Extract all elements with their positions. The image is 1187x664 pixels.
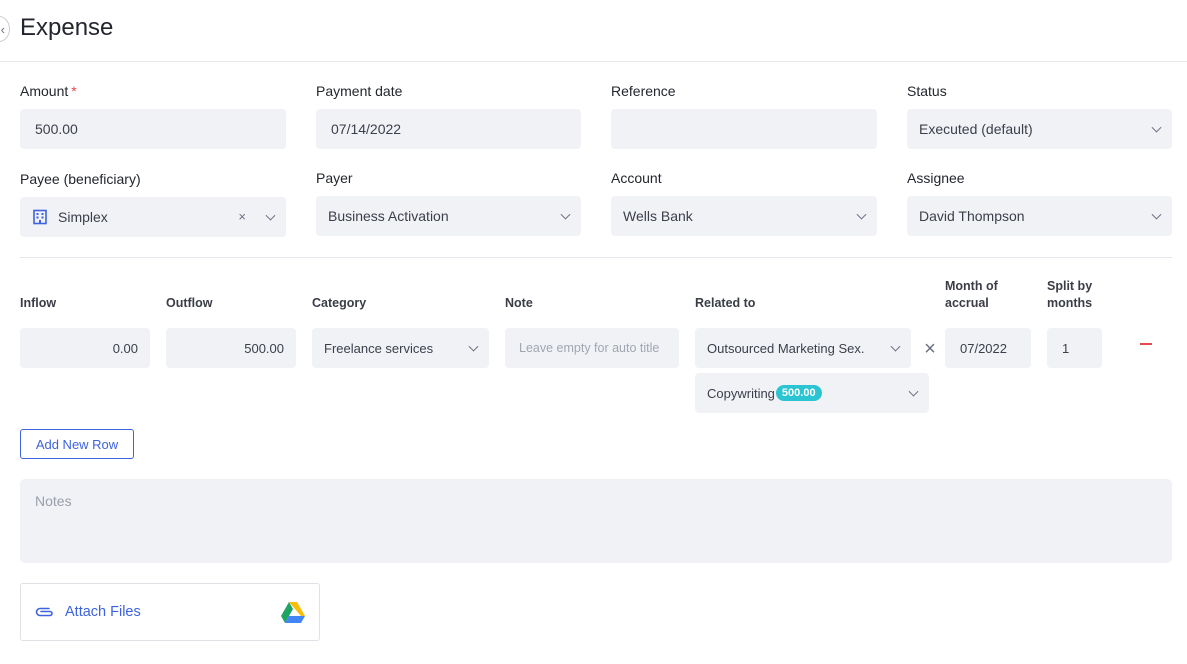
related-to-header: Related to [695,296,756,310]
amount-label: Amount * [20,83,77,99]
month-header-line2: accrual [945,296,989,310]
notes-placeholder: Notes [35,493,72,509]
attach-files-button[interactable]: Attach Files [20,583,320,641]
payment-date-input[interactable]: 07/14/2022 [316,109,581,149]
page-header: ‹ Expense [0,0,1187,62]
paperclip-icon [35,607,53,617]
inflow-value: 0.00 [112,340,138,356]
note-header: Note [505,296,533,310]
amount-input[interactable]: 500.00 [20,109,286,149]
back-button[interactable]: ‹ [0,16,10,42]
payer-label: Payer [316,170,353,186]
related-sub-value: Copywriting [707,385,775,401]
google-drive-icon[interactable] [281,602,305,623]
related-to-select[interactable]: Outsourced Marketing Sex. [695,328,911,368]
inflow-input[interactable]: 0.00 [20,328,150,368]
add-new-row-button[interactable]: Add New Row [20,429,134,459]
payer-select[interactable]: Business Activation [316,196,581,236]
chevron-down-icon [560,209,571,220]
clear-icon[interactable]: × [238,209,246,224]
split-header-line2: months [1047,296,1093,310]
status-value: Executed (default) [919,121,1033,137]
assignee-label: Assignee [907,170,965,186]
chevron-left-icon: ‹ [0,21,5,37]
note-placeholder: Leave empty for auto title [519,341,660,355]
notes-textarea[interactable]: Notes [20,479,1172,563]
assignee-value: David Thompson [919,208,1025,224]
outflow-header: Outflow [166,296,213,310]
payee-select[interactable]: Simplex × [20,197,286,237]
amount-badge: 500.00 [775,385,822,401]
outflow-input[interactable]: 500.00 [166,328,296,368]
chevron-down-icon [890,341,901,352]
month-header-line1: Month of [945,279,998,293]
account-value: Wells Bank [623,208,693,224]
chevron-down-icon [1151,209,1162,220]
note-input[interactable]: Leave empty for auto title [505,328,679,368]
required-mark: * [71,83,77,99]
attach-files-label: Attach Files [65,604,141,620]
chevron-down-icon [265,210,276,221]
related-sub-select[interactable]: Copywriting 500.00 [695,373,929,413]
inflow-header: Inflow [20,296,57,310]
category-value: Freelance services [324,340,434,356]
outflow-value: 500.00 [244,340,284,356]
assignee-select[interactable]: David Thompson [907,196,1172,236]
split-header-line1: Split by [1047,279,1093,293]
payer-value: Business Activation [328,208,449,224]
reference-label: Reference [611,83,676,99]
account-label: Account [611,170,662,186]
building-icon [33,209,47,225]
chevron-down-icon [1151,122,1162,133]
payee-value: Simplex [58,209,108,225]
reference-input[interactable] [611,109,877,149]
account-select[interactable]: Wells Bank [611,196,877,236]
chevron-down-icon [908,386,919,397]
remove-row-button[interactable] [1140,343,1152,345]
chevron-down-icon [468,341,479,352]
status-select[interactable]: Executed (default) [907,109,1172,149]
category-select[interactable]: Freelance services [312,328,489,368]
amount-value: 500.00 [35,121,78,137]
section-divider [20,257,1172,258]
status-label: Status [907,83,947,99]
payment-date-value: 07/14/2022 [331,121,402,137]
split-input[interactable]: 1 [1047,328,1102,368]
month-value: 07/2022 [960,340,1007,356]
payment-date-label: Payment date [316,83,403,99]
split-value: 1 [1062,340,1070,356]
category-header: Category [312,296,367,310]
close-icon[interactable]: × [921,338,939,360]
page-title: Expense [20,14,114,41]
month-of-accrual-header: Month of accrual [945,278,998,312]
split-by-months-header: Split by months [1047,278,1092,312]
related-to-value: Outsourced Marketing Sex. [707,340,865,356]
month-input[interactable]: 07/2022 [945,328,1031,368]
chevron-down-icon [856,209,867,220]
payee-label: Payee (beneficiary) [20,171,141,187]
